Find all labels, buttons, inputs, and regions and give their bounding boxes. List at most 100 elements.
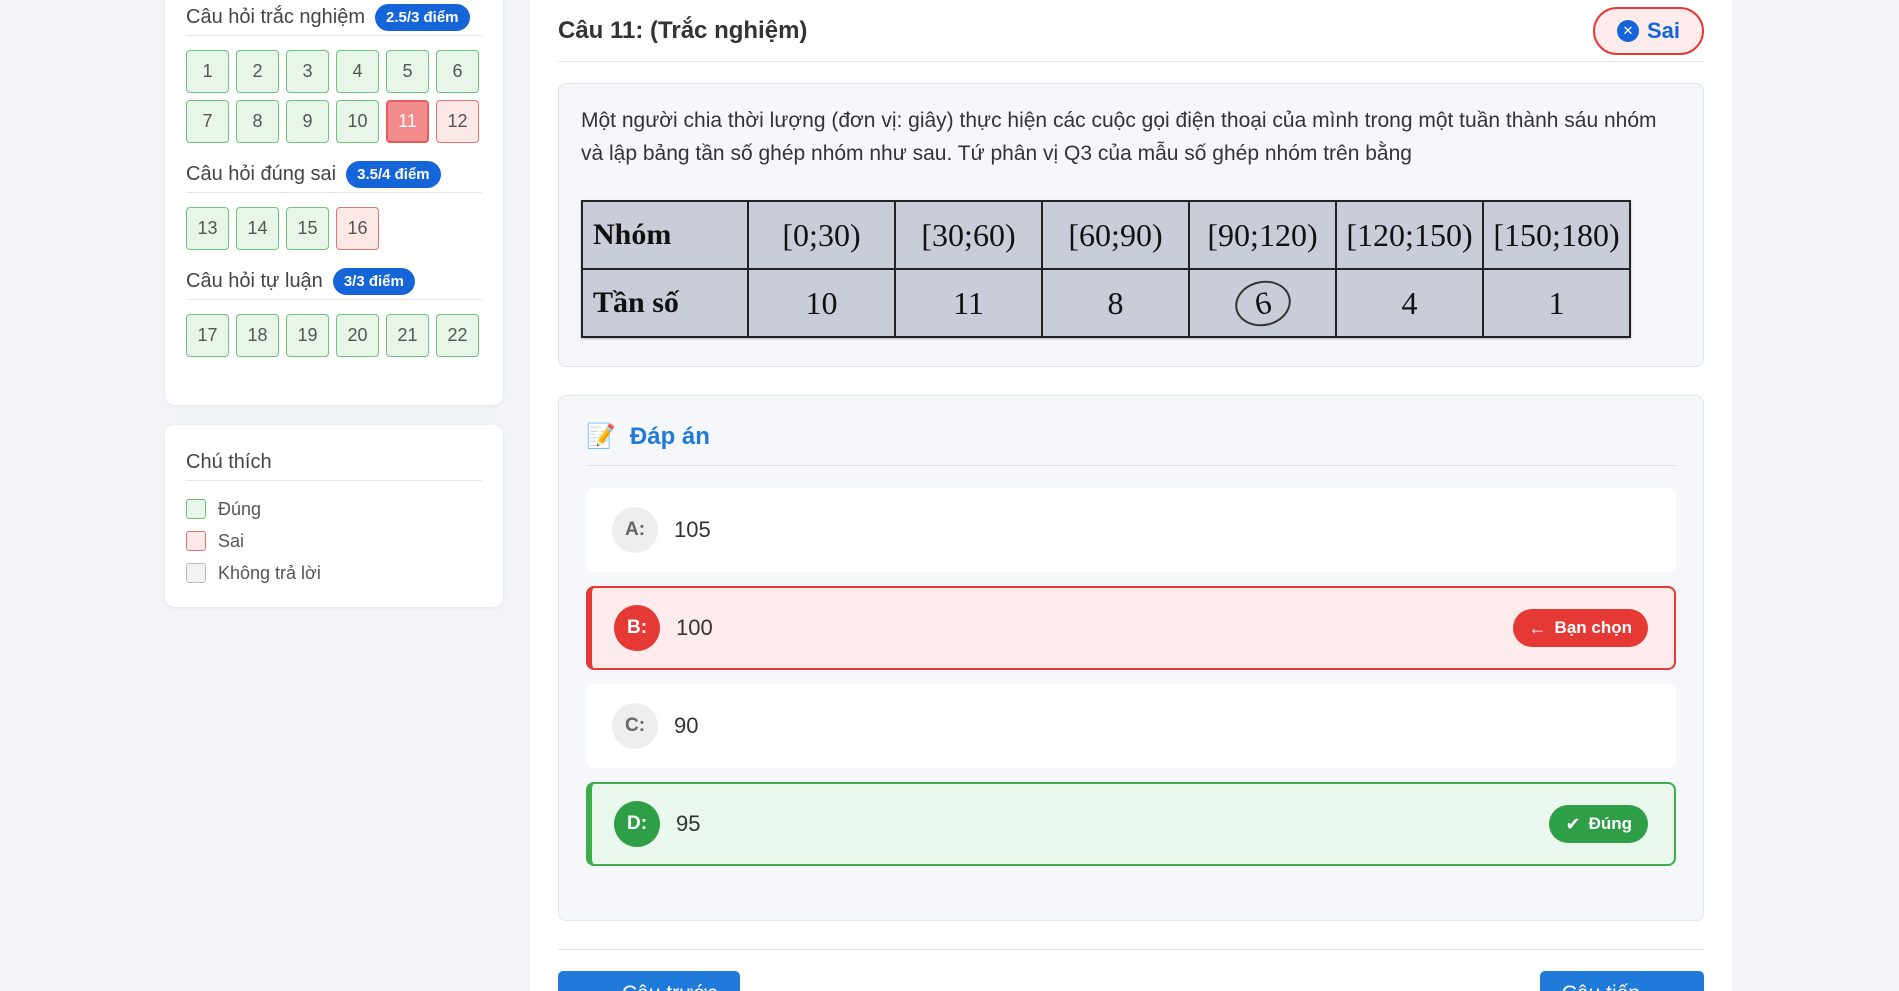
question-panel: Câu 11: (Trắc nghiệm) ✕ Sai Một người ch… [530,0,1732,991]
question-box-12[interactable]: 12 [436,100,479,143]
mc-section-title: Câu hỏi trắc nghiệm [186,6,365,28]
table-cell: 10 [747,268,896,338]
prev-button[interactable]: ← Câu trước [558,971,740,991]
table-cell: 4 [1335,268,1484,338]
mc-score-badge: 2.5/3 điểm [374,4,470,31]
legend-item-wrong: Sai [186,525,482,557]
legend-title: Chú thích [186,451,272,473]
circled-value: 6 [1230,275,1295,331]
mc-section-header: Câu hỏi trắc nghiệm 2.5/3 điểm [186,0,482,36]
option-d[interactable]: D: 95 ✔ Đúng [586,782,1676,866]
table-cell: 11 [894,268,1043,338]
memo-icon: 📝 [586,423,616,450]
question-box-3[interactable]: 3 [286,50,329,93]
essay-section-header: Câu hỏi tự luận 3/3 điểm [186,264,482,300]
status-label: Sai [1646,17,1680,43]
question-box-4[interactable]: 4 [336,50,379,93]
question-body: Một người chia thời lượng (đơn vị: giây)… [558,83,1704,367]
question-navigator: Câu hỏi trắc nghiệm 2.5/3 điểm 1 2 3 4 5… [165,0,503,405]
option-value: 100 [676,615,713,640]
question-header: Câu 11: (Trắc nghiệm) ✕ Sai [558,0,1704,62]
unanswered-swatch [186,563,206,583]
question-box-10[interactable]: 10 [336,100,379,143]
question-box-19[interactable]: 19 [286,314,329,357]
status-badge: ✕ Sai [1592,6,1704,55]
question-box-17[interactable]: 17 [186,314,229,357]
question-box-16[interactable]: 16 [336,207,379,250]
table-row-groups: Nhóm [0;30) [30;60) [60;90) [90;120) [12… [581,200,1631,270]
option-letter: B: [614,605,660,651]
option-b[interactable]: B: 100 ← Bạn chọn [586,586,1676,670]
question-box-21[interactable]: 21 [386,314,429,357]
prev-label: Câu trước [622,982,718,991]
chosen-tag-label: Bạn chọn [1554,618,1632,637]
question-box-18[interactable]: 18 [236,314,279,357]
next-button[interactable]: Câu tiếp → [1539,971,1704,991]
table-cell: [60;90) [1041,200,1190,270]
arrow-left-icon: ← [590,981,612,991]
question-text: Một người chia thời lượng (đơn vị: giây)… [581,109,1657,165]
question-box-1[interactable]: 1 [186,50,229,93]
table-cell-circled: 6 [1188,268,1337,338]
question-box-15[interactable]: 15 [286,207,329,250]
correct-tag-label: Đúng [1588,814,1632,833]
question-nav: ← Câu trước Câu tiếp → [558,949,1704,991]
question-box-8[interactable]: 8 [236,100,279,143]
option-letter: C: [612,703,658,749]
x-circle-icon: ✕ [1616,19,1639,42]
question-box-22[interactable]: 22 [436,314,479,357]
table-cell: [150;180) [1482,200,1631,270]
option-value: 105 [674,517,711,542]
question-box-7[interactable]: 7 [186,100,229,143]
legend-card: Chú thích Đúng Sai Không trả lời [165,425,503,607]
wrong-swatch [186,531,206,551]
legend-header: Chú thích [186,445,482,481]
table-cell: 8 [1041,268,1190,338]
question-box-20[interactable]: 20 [336,314,379,357]
tf-question-grid: 13 14 15 16 [186,207,482,250]
frequency-table: Nhóm [0;30) [30;60) [60;90) [90;120) [12… [581,200,1631,338]
question-box-9[interactable]: 9 [286,100,329,143]
question-box-6[interactable]: 6 [436,50,479,93]
question-box-14[interactable]: 14 [236,207,279,250]
option-c[interactable]: C: 90 [586,684,1676,768]
tf-score-badge: 3.5/4 điểm [346,161,441,188]
arrow-left-icon: ← [1528,617,1547,638]
arrow-right-icon: → [1650,981,1672,991]
table-cell: 1 [1482,268,1631,338]
essay-section-title: Câu hỏi tự luận [186,270,323,292]
chosen-tag: ← Bạn chọn [1512,609,1648,647]
table-row-label: Nhóm [581,200,749,270]
mc-question-grid: 1 2 3 4 5 6 7 8 9 10 11 12 [186,50,482,143]
question-box-5[interactable]: 5 [386,50,429,93]
table-cell: [90;120) [1188,200,1337,270]
question-title: Câu 11: (Trắc nghiệm) [558,16,808,44]
option-value: 95 [676,811,701,836]
essay-score-badge: 3/3 điểm [332,268,415,295]
answer-header: 📝 Đáp án [586,396,1676,466]
table-row-freqs: Tần số 10 11 8 6 4 1 [581,268,1631,338]
check-circle-icon: ✔ [1565,813,1581,834]
question-box-2[interactable]: 2 [236,50,279,93]
answer-card: 📝 Đáp án A: 105 B: 100 ← Bạn chọn C: 90 … [558,395,1704,921]
option-a[interactable]: A: 105 [586,488,1676,572]
question-box-13[interactable]: 13 [186,207,229,250]
question-box-11[interactable]: 11 [386,100,429,143]
option-value: 90 [674,713,699,738]
legend-label-wrong: Sai [218,530,245,551]
option-letter: D: [614,801,660,847]
correct-swatch [186,499,206,519]
correct-tag: ✔ Đúng [1549,805,1648,843]
legend-item-correct: Đúng [186,493,482,525]
option-letter: A: [612,507,658,553]
table-cell: [0;30) [747,200,896,270]
table-cell: [30;60) [894,200,1043,270]
legend-label-correct: Đúng [218,498,262,519]
table-cell: [120;150) [1335,200,1484,270]
legend-item-unanswered: Không trả lời [186,557,482,589]
answer-title: Đáp án [629,422,710,450]
legend-label-unanswered: Không trả lời [218,562,321,583]
next-label: Câu tiếp [1562,982,1640,991]
table-row-label: Tần số [581,268,749,338]
essay-question-grid: 17 18 19 20 21 22 [186,314,482,357]
